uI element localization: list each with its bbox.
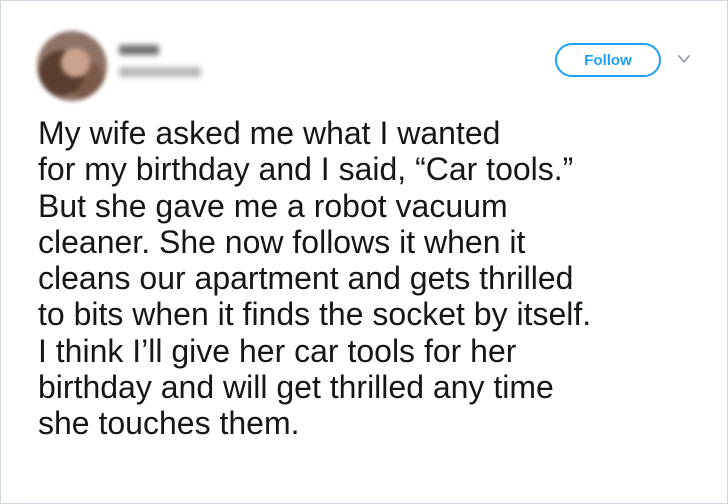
tweet-card: Follow My wife asked me what I wanted fo… [0,0,728,504]
chevron-down-icon[interactable] [677,53,691,65]
username-blurred[interactable] [119,67,201,77]
tweet-text: My wife asked me what I wanted for my bi… [38,115,592,442]
display-name-blurred[interactable] [119,45,159,55]
avatar[interactable] [37,31,107,101]
follow-button[interactable]: Follow [555,43,661,77]
